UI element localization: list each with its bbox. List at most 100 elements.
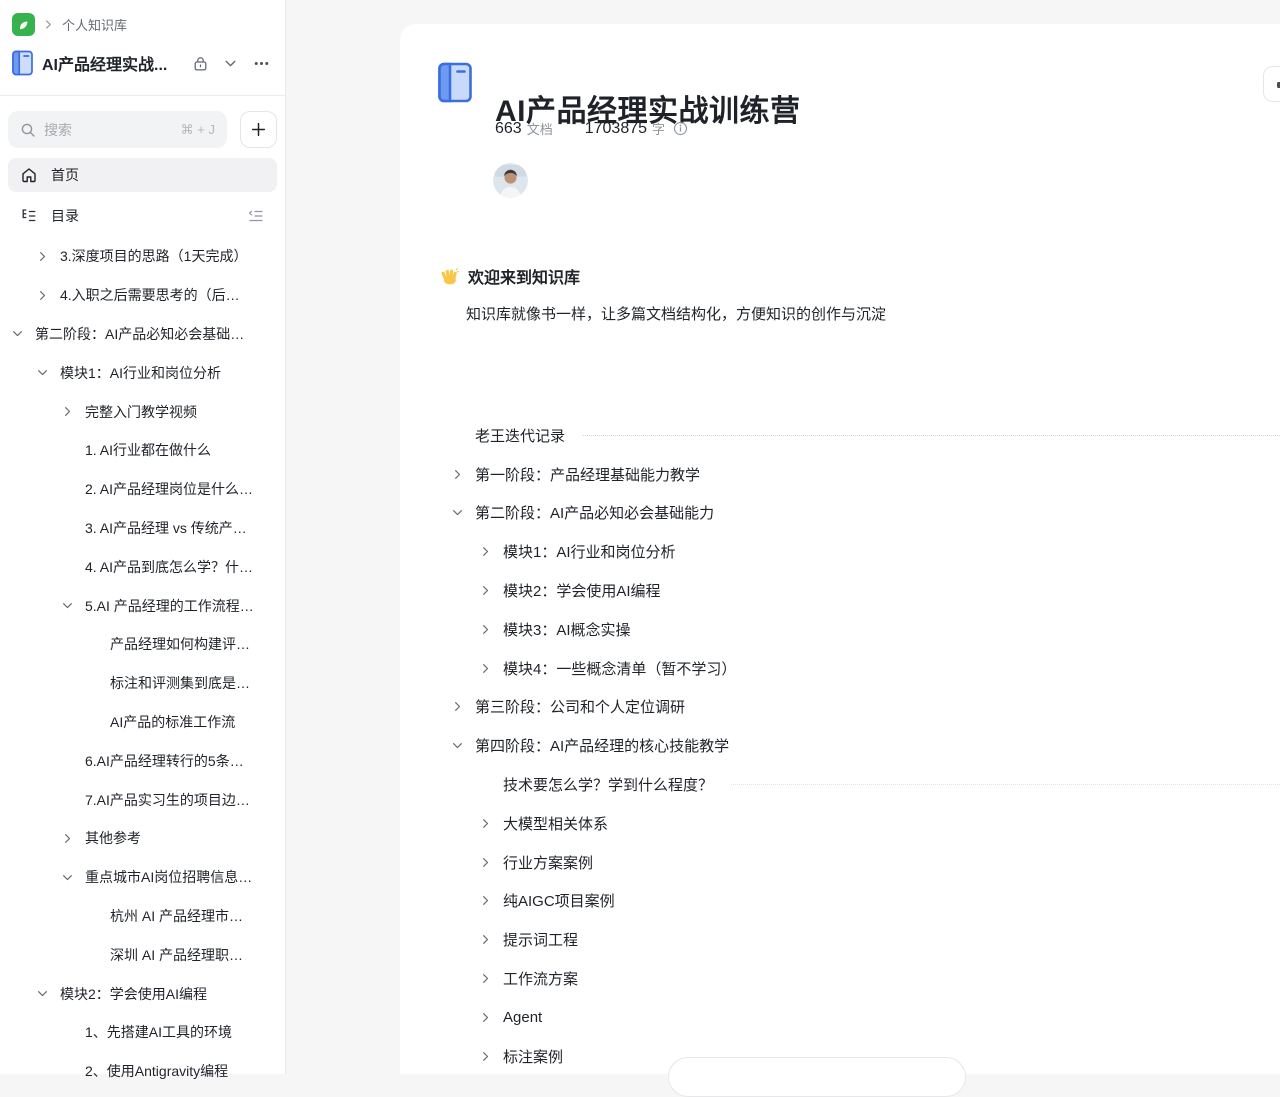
- chevron-down-icon[interactable]: [62, 872, 85, 883]
- tree-item[interactable]: 7.AI产品实习生的项目边…: [0, 780, 285, 819]
- chevron-right-icon[interactable]: [452, 469, 475, 480]
- tree-item-label: 3.深度项目的思路（1天完成）: [60, 246, 247, 266]
- tree-item[interactable]: 深圳 AI 产品经理职…: [0, 935, 285, 974]
- home-icon: [20, 166, 38, 184]
- workspace-title-row[interactable]: AI产品经理实战...: [12, 48, 271, 78]
- tree-item-label: 模块1：AI行业和岗位分析: [503, 541, 676, 562]
- chevron-right-icon[interactable]: [480, 546, 503, 557]
- chevron-down-icon[interactable]: [12, 328, 35, 339]
- chevron-down-icon[interactable]: [452, 507, 475, 518]
- tree-item-label: 第四阶段：AI产品经理的核心技能教学: [475, 735, 729, 756]
- tree-item[interactable]: AI产品的标准工作流: [0, 703, 285, 742]
- notebook-icon: [12, 50, 33, 76]
- tree-item[interactable]: 技术要怎么学？学到什么程度？: [438, 765, 1280, 804]
- tree-item[interactable]: 2、使用Antigravity编程: [0, 1052, 285, 1091]
- tree-item[interactable]: 杭州 AI 产品经理市…: [0, 897, 285, 936]
- search-input[interactable]: 搜索 ⌘ + J: [8, 111, 227, 148]
- tree-item[interactable]: 模块1：AI行业和岗位分析: [0, 353, 285, 392]
- collapse-list-icon[interactable]: [247, 207, 265, 225]
- add-button[interactable]: [240, 111, 277, 148]
- tree-item[interactable]: 6.AI产品经理转行的5条…: [0, 741, 285, 780]
- avatar[interactable]: [493, 163, 528, 198]
- tree-item-label: 产品经理如何构建评…: [110, 634, 250, 654]
- welcome-heading: 欢迎来到知识库: [440, 264, 580, 288]
- plus-icon: [250, 121, 267, 138]
- breadcrumb-root[interactable]: 个人知识库: [62, 15, 127, 34]
- chevron-right-icon[interactable]: [37, 290, 60, 301]
- chevron-right-icon[interactable]: [480, 895, 503, 906]
- tree-item[interactable]: 标注和评测集到底是…: [0, 664, 285, 703]
- tree-item[interactable]: 2. AI产品经理岗位是什么…: [0, 470, 285, 509]
- tree-item[interactable]: 模块1：AI行业和岗位分析: [438, 532, 1280, 571]
- chevron-right-icon[interactable]: [62, 406, 85, 417]
- word-count: 1703875: [585, 120, 647, 138]
- workspace-logo-icon[interactable]: [12, 13, 35, 36]
- tree-item[interactable]: 4.入职之后需要思考的（后…: [0, 276, 285, 315]
- chevron-right-icon[interactable]: [480, 857, 503, 868]
- tree-item[interactable]: 5.AI 产品经理的工作流程…: [0, 586, 285, 625]
- lock-icon[interactable]: [192, 55, 209, 72]
- chevron-down-icon[interactable]: [452, 740, 475, 751]
- chevron-down-icon[interactable]: [37, 367, 60, 378]
- tree-item[interactable]: 1. AI行业都在做什么: [0, 431, 285, 470]
- chevron-right-icon[interactable]: [480, 663, 503, 674]
- chevron-right-icon[interactable]: [62, 833, 85, 844]
- tree-item[interactable]: 纯AIGC项目案例: [438, 882, 1280, 921]
- tree-item[interactable]: 第二阶段：AI产品必知必会基础…: [0, 315, 285, 354]
- chevron-right-icon[interactable]: [480, 1051, 503, 1062]
- tree-item[interactable]: 提示词工程: [438, 920, 1280, 959]
- tree-item[interactable]: 1、先搭建AI工具的环境: [0, 1013, 285, 1052]
- doc-count: 663: [495, 120, 522, 138]
- floating-toolbar[interactable]: [668, 1057, 966, 1097]
- sidebar-item-catalog[interactable]: 目录: [8, 199, 277, 233]
- share-button-partial[interactable]: [1263, 66, 1280, 102]
- chevron-right-icon[interactable]: [452, 701, 475, 712]
- chevron-right-icon[interactable]: [480, 934, 503, 945]
- tree-item[interactable]: 完整入门教学视频: [0, 392, 285, 431]
- tree-item[interactable]: 模块2：学会使用AI编程: [0, 974, 285, 1013]
- tree-item-label: 模块3：AI概念实操: [503, 619, 631, 640]
- sidebar-item-home[interactable]: 首页: [8, 158, 277, 192]
- tree-item-label: 标注案例: [503, 1046, 563, 1067]
- tree-item[interactable]: 产品经理如何构建评…: [0, 625, 285, 664]
- tree-item-label: 模块1：AI行业和岗位分析: [60, 363, 221, 383]
- chevron-down-icon[interactable]: [37, 988, 60, 999]
- tree-item[interactable]: 模块3：AI概念实操: [438, 610, 1280, 649]
- breadcrumb: 个人知识库: [12, 13, 127, 36]
- tree-item[interactable]: 第一阶段：产品经理基础能力教学: [438, 455, 1280, 494]
- tree-item[interactable]: 大模型相关体系: [438, 804, 1280, 843]
- tree-item[interactable]: 模块4：一些概念清单（暂不学习）: [438, 649, 1280, 688]
- tree-item-label: 大模型相关体系: [503, 813, 608, 834]
- chevron-right-icon[interactable]: [480, 585, 503, 596]
- tree-item-label: 老王迭代记录: [475, 425, 565, 446]
- tree-item-label: 1. AI行业都在做什么: [85, 440, 211, 460]
- tree-item[interactable]: 老王迭代记录: [438, 416, 1280, 455]
- tree-item[interactable]: 3.深度项目的思路（1天完成）: [0, 237, 285, 276]
- chevron-right-icon[interactable]: [480, 1012, 503, 1023]
- doc-tree: 老王迭代记录第一阶段：产品经理基础能力教学第二阶段：AI产品必知必会基础能力模块…: [438, 416, 1280, 1076]
- chevron-right-icon[interactable]: [480, 818, 503, 829]
- tree-item-label: 技术要怎么学？学到什么程度？: [503, 774, 713, 795]
- more-menu-icon[interactable]: [252, 54, 271, 73]
- tree-item[interactable]: Agent: [438, 998, 1280, 1037]
- tree-item[interactable]: 重点城市AI岗位招聘信息…: [0, 858, 285, 897]
- chevron-down-icon[interactable]: [62, 600, 85, 611]
- tree-item-label: 完整入门教学视频: [85, 402, 197, 422]
- doc-count-label: 文档: [527, 119, 553, 138]
- chevron-right-icon[interactable]: [37, 251, 60, 262]
- chevron-right-icon[interactable]: [480, 624, 503, 635]
- search-placeholder: 搜索: [44, 120, 173, 140]
- tree-item[interactable]: 工作流方案: [438, 959, 1280, 998]
- tree-item[interactable]: 第四阶段：AI产品经理的核心技能教学: [438, 726, 1280, 765]
- tree-item[interactable]: 3. AI产品经理 vs 传统产…: [0, 509, 285, 548]
- tree-item[interactable]: 第三阶段：公司和个人定位调研: [438, 688, 1280, 727]
- tree-item-label: 第二阶段：AI产品必知必会基础能力: [475, 502, 714, 523]
- chevron-right-icon[interactable]: [480, 973, 503, 984]
- chevron-down-icon[interactable]: [223, 56, 238, 71]
- tree-item[interactable]: 第二阶段：AI产品必知必会基础能力: [438, 494, 1280, 533]
- info-icon[interactable]: [673, 121, 688, 136]
- tree-item[interactable]: 行业方案案例: [438, 843, 1280, 882]
- tree-item[interactable]: 模块2：学会使用AI编程: [438, 571, 1280, 610]
- tree-item[interactable]: 其他参考: [0, 819, 285, 858]
- tree-item[interactable]: 4. AI产品到底怎么学？什…: [0, 547, 285, 586]
